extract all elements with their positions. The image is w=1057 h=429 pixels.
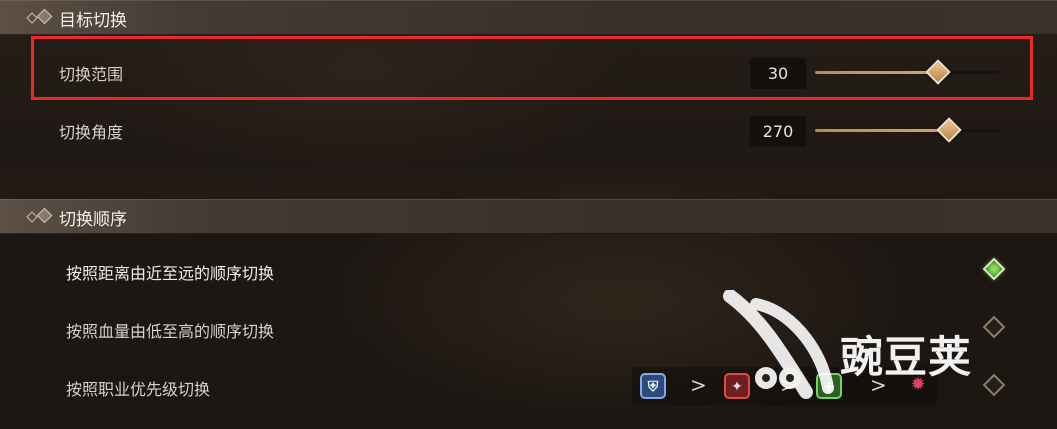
section-header-switch-order: 切换顺序 [0, 199, 1057, 234]
slider-fill [815, 129, 947, 132]
section-title: 切换顺序 [59, 210, 127, 230]
switch-angle-slider[interactable] [815, 117, 999, 143]
section-title: 目标切换 [59, 11, 127, 31]
chevron-right-icon: > [690, 373, 707, 397]
switch-range-slider[interactable] [815, 59, 999, 85]
ornament-icon [26, 12, 38, 24]
order-option-class[interactable]: 按照职业优先级切换 [66, 376, 210, 400]
slider-fill [815, 71, 936, 74]
switch-range-value[interactable]: 30 [750, 58, 806, 89]
diamond-icon [36, 207, 53, 224]
setting-label-switch-angle: 切换角度 [59, 123, 124, 142]
switch-angle-value[interactable]: 270 [750, 116, 806, 147]
setting-label-switch-range: 切换范围 [59, 65, 124, 84]
shield-class-icon: ⛨ [640, 373, 666, 399]
watermark-text: 豌豆荚 [840, 333, 972, 383]
section-header-target-switch: 目标切换 [0, 0, 1057, 35]
order-option-health[interactable]: 按照血量由低至高的顺序切换 [66, 318, 274, 342]
ornament-icon [26, 211, 38, 223]
diamond-icon [36, 8, 53, 25]
order-option-distance[interactable]: 按照距离由近至远的顺序切换 [66, 260, 274, 284]
